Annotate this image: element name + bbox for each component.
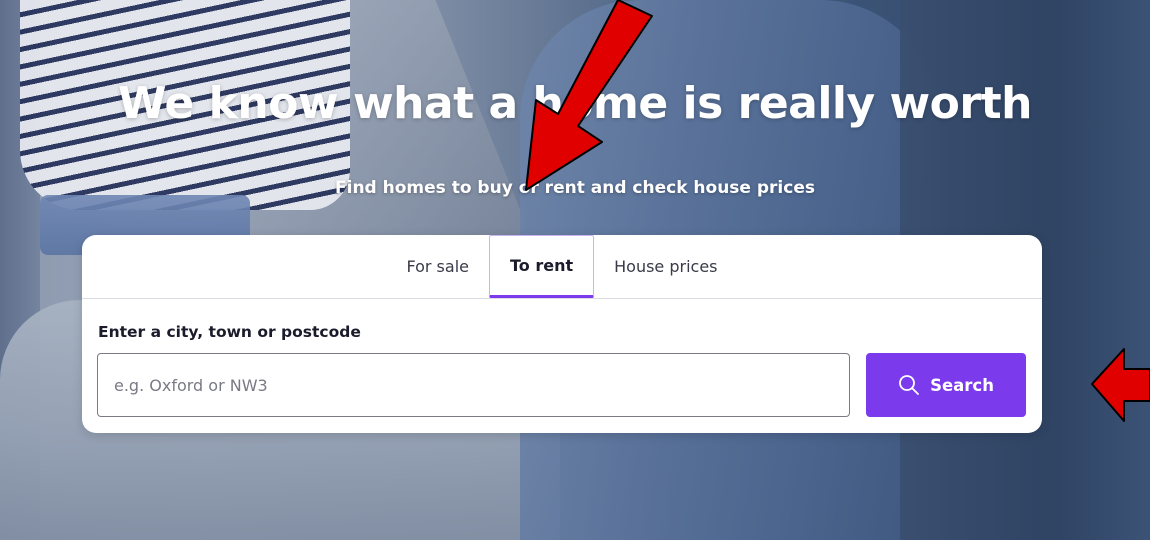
tab-for-sale[interactable]: For sale	[386, 235, 489, 298]
location-field-label: Enter a city, town or postcode	[98, 323, 361, 341]
annotation-arrow-left-icon	[1091, 348, 1150, 422]
tab-house-prices[interactable]: House prices	[594, 235, 737, 298]
location-search-input[interactable]	[97, 353, 850, 417]
search-panel: For sale To rent House prices Enter a ci…	[82, 235, 1042, 433]
search-tabs: For sale To rent House prices	[82, 235, 1042, 299]
annotation-arrow-down-icon	[525, 0, 653, 191]
search-icon	[898, 374, 920, 396]
search-button-label: Search	[930, 375, 994, 395]
tab-to-rent[interactable]: To rent	[488, 235, 595, 298]
search-button[interactable]: Search	[866, 353, 1026, 417]
